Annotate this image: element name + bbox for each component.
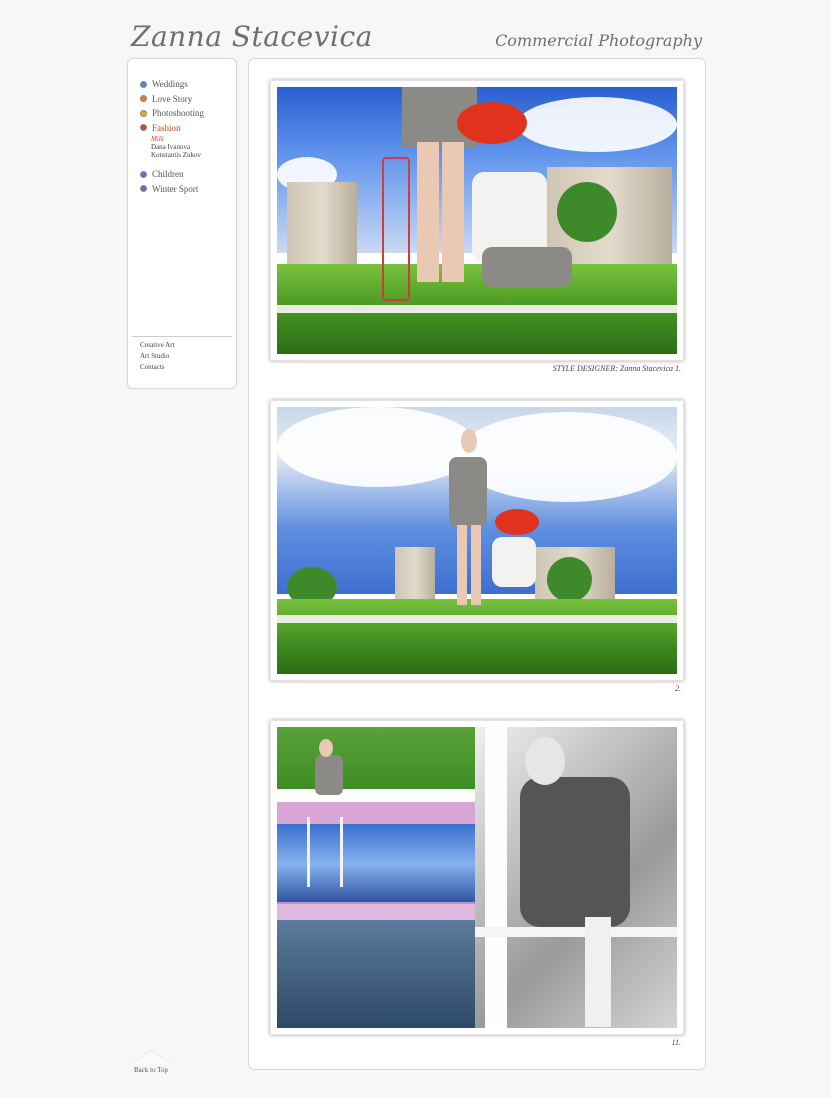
path <box>277 305 677 313</box>
spacer <box>140 159 204 167</box>
model-face-bw <box>525 737 565 785</box>
secondary-nav: Creative Art Art Studio Contacts <box>140 340 174 373</box>
model-leg-bw <box>585 917 611 1027</box>
model-head <box>461 429 477 453</box>
site-tagline: Commercial Photography <box>495 31 702 50</box>
photo-right-bw <box>475 727 677 1028</box>
link-creative-art[interactable]: Creative Art <box>140 340 174 351</box>
nav-item-weddings[interactable]: Weddings <box>140 77 204 92</box>
nav-label: Winter Sport <box>152 183 199 194</box>
bullet-icon <box>140 170 147 178</box>
model-head <box>319 739 333 757</box>
red-net-bag <box>382 157 410 301</box>
gallery-photo-3[interactable] <box>270 720 684 1035</box>
red-hat <box>457 102 527 144</box>
photo-caption-2: 2. <box>675 684 681 693</box>
nav-item-photoshooting[interactable]: Photoshooting <box>140 106 204 121</box>
fashion-submenu: Milk Dana Ivanova Konstantis Zukov <box>151 135 204 159</box>
riverbank <box>277 727 475 789</box>
bullet-icon <box>140 185 147 193</box>
bullet-icon <box>140 109 147 117</box>
nav-label: Fashion <box>152 122 181 133</box>
railing <box>485 727 507 1028</box>
fashion-submenu-wrap: Milk Dana Ivanova Konstantis Zukov <box>140 135 204 159</box>
photo-image <box>277 87 677 354</box>
ruin-wall <box>287 182 357 272</box>
path <box>277 615 677 623</box>
gallery-photo-1[interactable] <box>270 80 684 361</box>
model-legs <box>442 142 464 282</box>
main-nav: Weddings Love Story Photoshooting Fashio… <box>140 77 204 196</box>
nav-label: Children <box>152 169 184 180</box>
model-dress-bw <box>520 777 630 927</box>
nav-label: Weddings <box>152 79 188 90</box>
bridge-reflection <box>277 902 475 920</box>
model-standing <box>449 457 487 527</box>
cloud <box>457 412 677 502</box>
submenu-item-milk[interactable]: Milk <box>151 135 204 143</box>
photo-caption-1: STYLE DESIGNER: Zanna Stacevica 1. <box>552 364 681 373</box>
cloud <box>277 407 477 487</box>
link-art-studio[interactable]: Art Studio <box>140 351 174 362</box>
photo-image <box>277 407 677 674</box>
submenu-item-konstantis-zukov[interactable]: Konstantis Zukov <box>151 151 204 159</box>
sidebar: Weddings Love Story Photoshooting Fashio… <box>127 58 237 389</box>
ladder <box>307 817 343 887</box>
tree <box>547 557 592 602</box>
railing <box>475 927 677 937</box>
photo-image <box>277 727 677 1028</box>
red-hat <box>495 509 539 535</box>
bullet-icon <box>140 80 147 88</box>
nav-item-winter-sport[interactable]: Winter Sport <box>140 182 204 197</box>
model-legs <box>471 525 481 605</box>
ruin-wall <box>395 547 435 602</box>
model-skirt <box>482 247 572 287</box>
nav-label: Love Story <box>152 93 193 104</box>
nav-label: Photoshooting <box>152 108 205 119</box>
site-logo[interactable]: Zanna Stacevica <box>131 20 373 53</box>
bullet-icon <box>140 124 147 132</box>
photo-caption-3: 11. <box>671 1038 681 1047</box>
link-contacts[interactable]: Contacts <box>140 362 174 373</box>
nav-item-love-story[interactable]: Love Story <box>140 92 204 107</box>
gallery-panel: STYLE DESIGNER: Zanna Stacevica 1. 2. 11… <box>248 58 706 1070</box>
bush <box>557 182 617 242</box>
nav-item-fashion[interactable]: Fashion <box>140 121 204 136</box>
cloud <box>517 97 677 152</box>
grass <box>277 599 677 674</box>
sidebar-divider <box>132 336 232 337</box>
model-blouse <box>492 537 536 587</box>
nav-item-children[interactable]: Children <box>140 167 204 182</box>
back-to-top-label: Back to Top <box>134 1066 168 1074</box>
model-legs <box>457 525 467 605</box>
submenu-item-dana-ivanova[interactable]: Dana Ivanova <box>151 143 204 151</box>
back-to-top-button[interactable]: Back to Top <box>130 1050 172 1074</box>
photo-left-color <box>277 727 475 1028</box>
model-legs <box>417 142 439 282</box>
gallery-photo-2[interactable] <box>270 400 684 681</box>
bullet-icon <box>140 95 147 103</box>
model-sitting <box>315 755 343 795</box>
arrow-up-icon <box>130 1050 172 1064</box>
water <box>277 920 475 1028</box>
